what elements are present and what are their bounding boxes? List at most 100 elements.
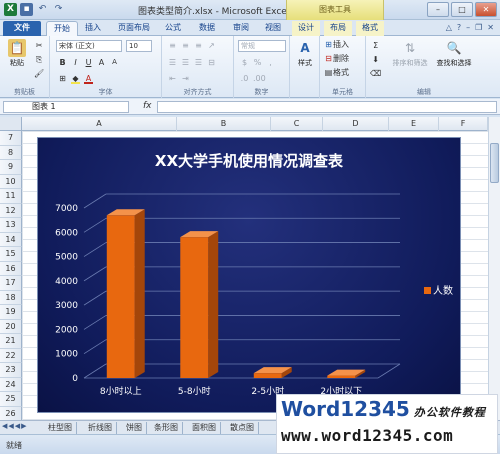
tab-home[interactable]: 开始 xyxy=(46,21,78,36)
tab-view[interactable]: 视图 xyxy=(260,21,286,36)
underline-button[interactable]: U xyxy=(84,57,93,68)
align-middle-icon[interactable]: ≡ xyxy=(181,40,190,51)
row-header[interactable]: 14 xyxy=(0,232,22,247)
row-header[interactable]: 15 xyxy=(0,247,22,262)
increase-indent-icon[interactable]: ⇥ xyxy=(181,73,190,84)
row-header[interactable]: 25 xyxy=(0,392,22,407)
column-header-e[interactable]: E xyxy=(389,117,439,131)
sort-filter-button[interactable]: ⇅ 排序和筛选 xyxy=(388,39,432,68)
font-size-select[interactable]: 10 xyxy=(126,40,152,52)
column-header-d[interactable]: D xyxy=(323,117,389,131)
tab-page-layout[interactable]: 页面布局 xyxy=(112,21,156,36)
row-header[interactable]: 16 xyxy=(0,261,22,276)
row-header[interactable]: 13 xyxy=(0,218,22,233)
row-header[interactable]: 21 xyxy=(0,334,22,349)
redo-icon[interactable]: ↷ xyxy=(52,3,65,16)
tab-design[interactable]: 设计 xyxy=(292,21,320,36)
collapse-ribbon-icon[interactable]: △ xyxy=(446,23,452,32)
row-header[interactable]: 12 xyxy=(0,203,22,218)
vertical-scrollbar[interactable] xyxy=(488,117,500,420)
close-icon[interactable]: ✕ xyxy=(475,2,497,17)
align-left-icon[interactable]: ☰ xyxy=(168,57,177,68)
tab-data[interactable]: 数据 xyxy=(194,21,220,36)
font-grow-icon[interactable]: A xyxy=(97,57,106,68)
align-right-icon[interactable]: ☰ xyxy=(194,57,203,68)
font-name-select[interactable]: 宋体 (正文) xyxy=(56,40,122,52)
sheet-tab-scatter[interactable]: 散点图 xyxy=(226,422,259,434)
decrease-decimal-icon[interactable]: .00 xyxy=(253,73,266,84)
scroll-thumb[interactable] xyxy=(490,143,499,183)
clear-icon[interactable]: ⌫ xyxy=(370,68,381,79)
sheet-tab-bar[interactable]: 条形图 xyxy=(150,422,183,434)
insert-cells-button[interactable]: ⊞插入 xyxy=(324,39,349,50)
column-header-c[interactable]: C xyxy=(271,117,323,131)
sheet-tab-column[interactable]: 柱型图 xyxy=(44,422,77,434)
undo-icon[interactable]: ↶ xyxy=(36,3,49,16)
tab-layout[interactable]: 布局 xyxy=(324,21,352,36)
formula-input[interactable] xyxy=(157,101,497,113)
select-all-corner[interactable] xyxy=(0,117,22,131)
row-header[interactable]: 10 xyxy=(0,174,22,189)
italic-button[interactable]: I xyxy=(71,57,80,68)
sheet-nav-icon[interactable]: ◀◀◀▶ xyxy=(2,422,28,430)
row-header[interactable]: 23 xyxy=(0,363,22,378)
number-format-select[interactable]: 常规 xyxy=(238,40,286,52)
window-close-icon[interactable]: ✕ xyxy=(487,23,494,32)
format-cells-button[interactable]: ▤格式 xyxy=(324,67,349,78)
chart[interactable]: XX大学手机使用情况调查表 0 1000 2000 3000 4000 5000 6000 7… xyxy=(37,137,461,413)
tab-file[interactable]: 文件 xyxy=(3,21,41,36)
tab-review[interactable]: 审阅 xyxy=(228,21,254,36)
percent-button[interactable]: % xyxy=(253,57,262,68)
find-select-button[interactable]: 🔍 查找和选择 xyxy=(432,39,476,68)
currency-icon[interactable]: $ xyxy=(240,57,249,68)
row-header[interactable]: 7 xyxy=(0,131,22,146)
window-minimize-icon[interactable]: – xyxy=(466,23,470,32)
minimize-icon[interactable]: – xyxy=(427,2,449,17)
sheet-tab-area[interactable]: 面积图 xyxy=(188,422,221,434)
paste-button[interactable]: 📋 粘贴 xyxy=(6,39,28,68)
merge-icon[interactable]: ⊟ xyxy=(207,57,216,68)
row-header[interactable]: 9 xyxy=(0,160,22,175)
help-icon[interactable]: ? xyxy=(457,23,461,32)
fx-button[interactable]: fx xyxy=(143,101,152,111)
sheet-tab-line[interactable]: 折线图 xyxy=(84,422,117,434)
maximize-icon[interactable]: □ xyxy=(451,2,473,17)
tab-formulas[interactable]: 公式 xyxy=(160,21,186,36)
row-header[interactable]: 11 xyxy=(0,189,22,204)
row-header[interactable]: 22 xyxy=(0,348,22,363)
align-top-icon[interactable]: ≡ xyxy=(168,40,177,51)
format-painter-icon[interactable]: 🖌 xyxy=(34,68,44,79)
autosum-button[interactable]: Σ xyxy=(371,40,380,51)
border-icon[interactable]: ⊞ xyxy=(58,73,67,84)
tab-format[interactable]: 格式 xyxy=(356,21,384,36)
save-icon[interactable]: ▪ xyxy=(20,3,33,16)
comma-button[interactable]: , xyxy=(266,57,275,68)
cut-icon[interactable]: ✂ xyxy=(35,40,44,51)
increase-decimal-icon[interactable]: .0 xyxy=(240,73,249,84)
font-color-icon[interactable]: A xyxy=(84,73,93,84)
row-header[interactable]: 20 xyxy=(0,319,22,334)
styles-button[interactable]: A 样式 xyxy=(294,39,316,68)
sheet-tab-pie[interactable]: 饼图 xyxy=(122,422,147,434)
name-box[interactable]: 图表 1 xyxy=(3,101,129,113)
column-header-a[interactable]: A xyxy=(22,117,177,131)
row-header[interactable]: 8 xyxy=(0,145,22,160)
row-header[interactable]: 24 xyxy=(0,377,22,392)
orientation-icon[interactable]: ↗ xyxy=(207,40,216,51)
decrease-indent-icon[interactable]: ⇤ xyxy=(168,73,177,84)
bold-button[interactable]: B xyxy=(58,57,67,68)
font-shrink-icon[interactable]: A xyxy=(110,57,119,68)
column-header-f[interactable]: F xyxy=(439,117,488,131)
copy-icon[interactable]: ⎘ xyxy=(35,54,44,65)
align-bottom-icon[interactable]: ≡ xyxy=(194,40,203,51)
row-header[interactable]: 18 xyxy=(0,290,22,305)
fill-icon[interactable]: ⬇ xyxy=(371,54,380,65)
column-header-b[interactable]: B xyxy=(177,117,271,131)
delete-cells-button[interactable]: ⊟删除 xyxy=(324,53,349,64)
tab-insert[interactable]: 插入 xyxy=(80,21,106,36)
align-center-icon[interactable]: ☰ xyxy=(181,57,190,68)
fill-color-icon[interactable]: ◆ xyxy=(71,73,80,84)
row-header[interactable]: 19 xyxy=(0,305,22,320)
window-restore-icon[interactable]: ❐ xyxy=(475,23,482,32)
row-header[interactable]: 17 xyxy=(0,276,22,291)
